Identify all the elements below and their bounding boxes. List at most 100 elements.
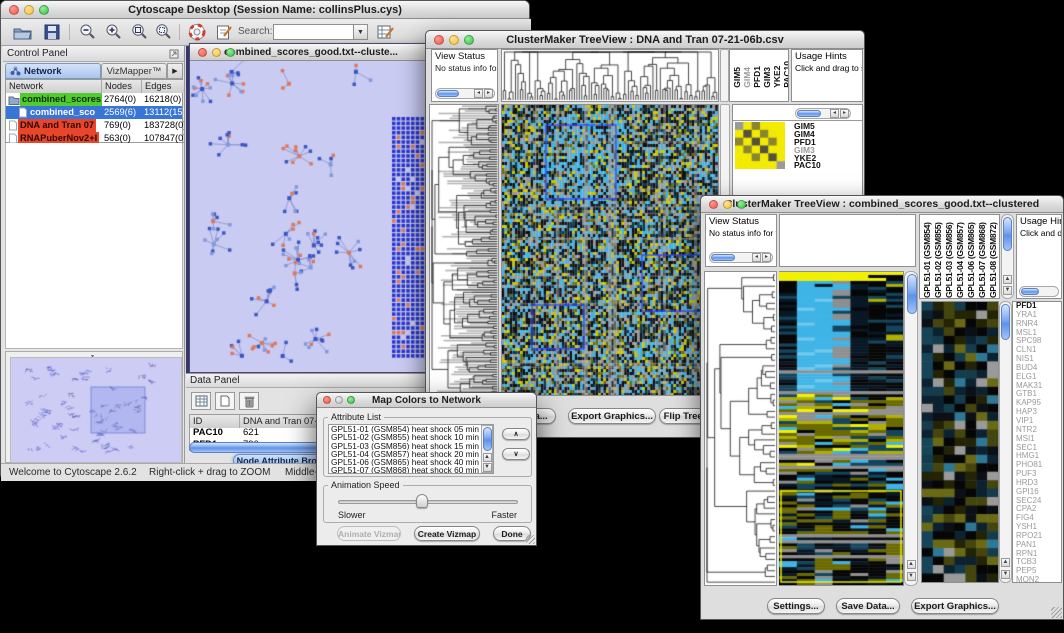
delete-attribute-button[interactable]: [239, 392, 259, 410]
table-row[interactable]: DNA and Tran 07 769(0) 183728(0): [6, 119, 182, 132]
select-attributes-button[interactable]: [191, 392, 211, 410]
minimize-button[interactable]: [449, 35, 459, 45]
tab-vizmapper[interactable]: VizMapper™: [101, 63, 167, 79]
close-button[interactable]: [709, 200, 718, 209]
treeview2-zoom-heatmap-panel[interactable]: [921, 301, 999, 583]
scrollbar-thumb[interactable]: [1001, 304, 1010, 340]
zoom-selected-button[interactable]: [153, 22, 175, 42]
treeview1-row-dendrogram-panel[interactable]: [429, 104, 499, 396]
search-input[interactable]: [273, 24, 353, 40]
help-button[interactable]: [186, 22, 208, 42]
zoom-button[interactable]: [226, 48, 235, 57]
scrollbar-thumb[interactable]: [1021, 288, 1039, 295]
col-network[interactable]: Network: [6, 80, 102, 93]
close-button[interactable]: [323, 396, 331, 404]
close-button[interactable]: [9, 5, 19, 15]
attribute-item[interactable]: GPL51-03 (GSM856) heat shock 15 min: [329, 442, 493, 450]
attribute-browser-button[interactable]: [375, 22, 397, 42]
scroll-down-button[interactable]: ▼: [907, 572, 916, 581]
scroll-up-button[interactable]: ▲: [483, 453, 492, 462]
export-graphics-button[interactable]: Export Graphics...: [911, 598, 999, 614]
network-tree-empty-area[interactable]: [5, 143, 183, 349]
zoom-button[interactable]: [464, 35, 474, 45]
scroll-up-button[interactable]: ▲: [1001, 558, 1010, 567]
array-labels-scrollbar[interactable]: ▲ ▼: [1001, 214, 1014, 299]
zoom-out-button[interactable]: [77, 22, 99, 42]
attribute-item[interactable]: GPL51-07 (GSM868) heat shock 60 min: [329, 466, 493, 474]
correlation-matrix-canvas[interactable]: [735, 122, 785, 169]
scroll-right-button[interactable]: ▸: [762, 253, 771, 262]
scroll-down-button[interactable]: ▼: [1003, 286, 1012, 295]
scrollbar-thumb[interactable]: [711, 254, 735, 261]
zoom-button[interactable]: [39, 5, 49, 15]
treeview1-column-dendrogram-panel[interactable]: [501, 49, 719, 102]
network-canvas[interactable]: [190, 61, 432, 372]
attribute-item[interactable]: GPL51-01 (GSM854) heat shock 05 min: [329, 425, 493, 433]
network-overview-canvas[interactable]: [10, 357, 182, 463]
scroll-left-button[interactable]: ◂: [830, 109, 839, 118]
speed-slider-track[interactable]: [338, 500, 518, 504]
heatmap-vertical-scrollbar[interactable]: ▲ ▼: [904, 271, 918, 586]
zoom-horizontal-scrollbar[interactable]: ◂ ▸: [795, 108, 851, 119]
table-row[interactable]: combined_scores 2764(0) 16218(0): [6, 93, 182, 106]
attribute-list-scrollbar[interactable]: ▲ ▼: [481, 425, 493, 473]
scrollbar-thumb[interactable]: [483, 427, 492, 451]
zoom-heatmap-canvas[interactable]: [922, 302, 998, 582]
zoom-button[interactable]: [737, 200, 746, 209]
col-nodes[interactable]: Nodes: [102, 80, 142, 93]
scrollbar-thumb[interactable]: [1003, 217, 1012, 251]
minimize-button[interactable]: [24, 5, 34, 15]
scrollbar-thumb[interactable]: [437, 90, 459, 97]
zoom-vertical-scrollbar[interactable]: ▲ ▼: [999, 301, 1012, 583]
treeview2-titlebar[interactable]: ClusterMaker TreeView : combined_scores_…: [701, 196, 1063, 213]
tab-network[interactable]: Network: [5, 63, 101, 79]
resize-grip[interactable]: [1051, 607, 1062, 618]
scroll-right-button[interactable]: ▸: [840, 109, 849, 118]
create-vizmap-button[interactable]: Create Vizmap: [414, 526, 480, 541]
col-edges[interactable]: Edges: [142, 80, 184, 93]
scroll-left-button[interactable]: ◂: [474, 89, 483, 98]
global-heatmap-canvas[interactable]: [502, 105, 718, 395]
minimize-button[interactable]: [723, 200, 732, 209]
zoom-in-button[interactable]: [103, 22, 125, 42]
float-panel-icon[interactable]: [169, 49, 179, 59]
attribute-item[interactable]: GPL51-06 (GSM865) heat shock 40 min: [329, 458, 493, 466]
row-dendrogram-canvas[interactable]: [705, 272, 776, 585]
treeview2-column-dendrogram-panel[interactable]: [779, 214, 916, 267]
scroll-right-button[interactable]: ▸: [484, 89, 493, 98]
view-status-scrollbar[interactable]: ◂ ▸: [709, 252, 773, 263]
column-dendrogram-canvas[interactable]: [502, 50, 718, 101]
treeview2-heatmap-panel[interactable]: [779, 271, 904, 586]
close-button[interactable]: [198, 48, 207, 57]
save-data-button[interactable]: Save Data...: [836, 598, 900, 614]
scroll-up-button[interactable]: ▲: [1003, 275, 1012, 284]
scroll-down-button[interactable]: ▼: [483, 463, 492, 472]
network-table-header[interactable]: Network Nodes Edges: [6, 80, 182, 93]
minimize-button[interactable]: [335, 396, 343, 404]
scroll-left-button[interactable]: ◂: [752, 253, 761, 262]
new-attribute-button[interactable]: [215, 392, 235, 410]
settings-button[interactable]: Settings...: [767, 598, 825, 614]
treeview1-global-heatmap-panel[interactable]: [501, 104, 719, 396]
move-down-button[interactable]: ∨: [502, 448, 530, 460]
annotation-button[interactable]: [213, 22, 235, 42]
expression-heatmap-canvas[interactable]: [779, 272, 904, 585]
zoom-fit-button[interactable]: [129, 22, 151, 42]
usage-hints-scrollbar[interactable]: [1019, 286, 1059, 297]
treeview1-column-scrollbar[interactable]: [720, 49, 729, 102]
dialog-titlebar[interactable]: Map Colors to Network: [317, 393, 536, 408]
treeview1-titlebar[interactable]: ClusterMaker TreeView : DNA and Tran 07-…: [426, 31, 864, 49]
search-dropdown-button[interactable]: ▼: [353, 24, 368, 40]
save-session-button[interactable]: [41, 22, 63, 42]
export-graphics-button[interactable]: Export Graphics...: [568, 408, 656, 424]
view-status-scrollbar[interactable]: ◂ ▸: [435, 88, 495, 99]
attribute-item[interactable]: GPL51-02 (GSM855) heat shock 10 min: [329, 433, 493, 441]
network-view-titlebar[interactable]: combined_scores_good.txt--cluste...: [190, 44, 432, 61]
scroll-up-button[interactable]: ▲: [907, 560, 916, 569]
close-button[interactable]: [434, 35, 444, 45]
zoom-button[interactable]: [347, 396, 355, 404]
main-titlebar[interactable]: Cytoscape Desktop (Session Name: collins…: [1, 1, 529, 19]
treeview2-row-dendrogram-panel[interactable]: [704, 271, 777, 586]
more-tabs-button[interactable]: ▶: [167, 63, 183, 79]
minimize-button[interactable]: [212, 48, 221, 57]
